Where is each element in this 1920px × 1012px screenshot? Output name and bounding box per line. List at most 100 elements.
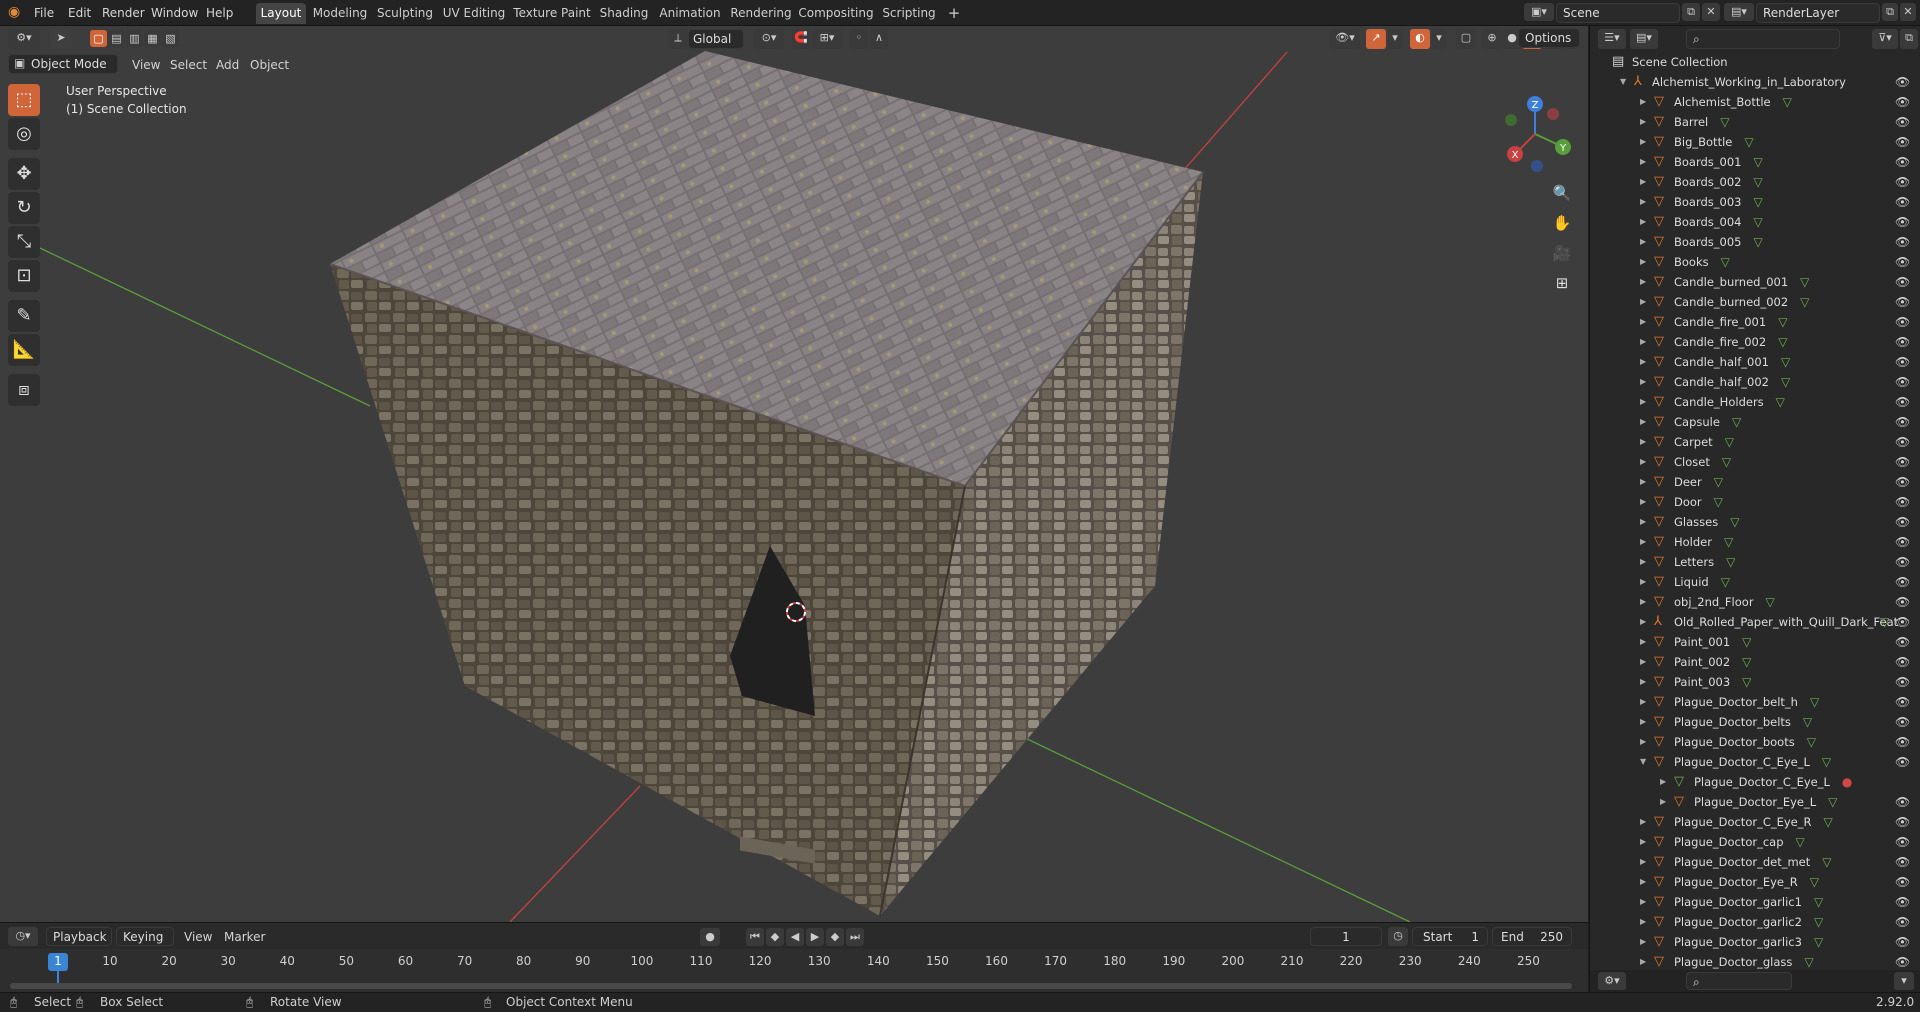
outliner-item[interactable]: ▶ ▽ Plague_Doctor_belt_h ▽ 👁 — [1590, 692, 1920, 712]
visibility-eye-icon[interactable]: 👁 — [1895, 512, 1910, 532]
move-tool-icon[interactable]: ✥ — [8, 158, 40, 190]
expand-triangle-icon[interactable]: ▶ — [1640, 912, 1646, 932]
mesh-data-icon[interactable]: ▽ — [1807, 732, 1816, 752]
visibility-eye-icon[interactable]: 👁 — [1895, 372, 1910, 392]
timeline-menu-marker[interactable]: Marker — [224, 928, 265, 946]
outliner-item[interactable]: ▶ ▽ Boards_002 ▽ 👁 — [1590, 172, 1920, 192]
viewport-menu-select[interactable]: Select — [170, 56, 207, 74]
expand-triangle-icon[interactable]: ▶ — [1640, 512, 1646, 532]
outliner-item[interactable]: ▶ ▽ Plague_Doctor_C_Eye_L ● — [1590, 772, 1920, 792]
outliner-item[interactable]: ▶ ▽ obj_2nd_Floor ▽ 👁 — [1590, 592, 1920, 612]
outliner-item[interactable]: ▶ ▽ Plague_Doctor_garlic2 ▽ 👁 — [1590, 912, 1920, 932]
mesh-data-icon[interactable]: ▽ — [1742, 652, 1751, 672]
mesh-data-icon[interactable]: ▽ — [1828, 792, 1837, 812]
expand-triangle-icon[interactable]: ▶ — [1640, 572, 1646, 592]
visibility-eye-icon[interactable]: 👁 — [1895, 552, 1910, 572]
outliner-item[interactable]: ▶ ▽ Plague_Doctor_garlic3 ▽ 👁 — [1590, 932, 1920, 952]
outliner-item[interactable]: ▶ ▽ Barrel ▽ 👁 — [1590, 112, 1920, 132]
mesh-data-icon[interactable]: ▽ — [1754, 152, 1763, 172]
visibility-eye-icon[interactable]: 👁 — [1895, 272, 1910, 292]
expand-triangle-icon[interactable]: ▼ — [1640, 752, 1646, 772]
visibility-eye-icon[interactable]: 👁 — [1895, 652, 1910, 672]
expand-triangle-icon[interactable]: ▶ — [1640, 592, 1646, 612]
visibility-eye-icon[interactable]: 👁 — [1895, 452, 1910, 472]
visibility-eye-icon[interactable]: 👁 — [1895, 892, 1910, 912]
renderlayer-close-icon[interactable]: ✕ — [1900, 3, 1916, 21]
visibility-eye-icon[interactable]: 👁 — [1895, 352, 1910, 372]
transform-tool-icon[interactable]: ⊡ — [8, 260, 40, 292]
mesh-data-icon[interactable]: ▽ — [1725, 432, 1734, 452]
mesh-data-icon[interactable]: ▽ — [1810, 692, 1819, 712]
outliner-display-mode-icon[interactable]: ▤▾ — [1630, 29, 1658, 49]
tab-scripting[interactable]: Scripting — [878, 3, 940, 24]
select-box-tool-icon[interactable]: ⬚ — [8, 84, 40, 116]
mesh-data-icon[interactable]: ▽ — [1742, 632, 1751, 652]
visibility-eye-icon[interactable]: 👁 — [1895, 912, 1910, 932]
mesh-data-icon[interactable]: ▽ — [1804, 952, 1813, 972]
visibility-eye-icon[interactable]: 👁 — [1895, 212, 1910, 232]
tab-animation[interactable]: Animation — [656, 3, 724, 24]
viewport-menu-view[interactable]: View — [132, 56, 160, 74]
record-keyframe-icon[interactable]: ● — [700, 928, 720, 946]
outliner-item[interactable]: ▶ ▽ Plague_Doctor_belts ▽ 👁 — [1590, 712, 1920, 732]
outliner-item[interactable]: ▶ ▽ Boards_004 ▽ 👁 — [1590, 212, 1920, 232]
scale-tool-icon[interactable]: ⤡ — [8, 226, 40, 258]
outliner-item[interactable]: ▶ ▽ Plague_Doctor_Eye_L ▽ 👁 — [1590, 792, 1920, 812]
mesh-data-icon[interactable]: ▽ — [1754, 212, 1763, 232]
expand-triangle-icon[interactable]: ▶ — [1640, 452, 1646, 472]
visibility-eye-icon[interactable]: 👁 — [1895, 72, 1910, 92]
outliner-item[interactable]: ▶ ▽ Closet ▽ 👁 — [1590, 452, 1920, 472]
visibility-eye-icon[interactable]: 👁 — [1895, 332, 1910, 352]
expand-triangle-icon[interactable]: ▶ — [1640, 552, 1646, 572]
outliner-collection-row[interactable]: ▼ ⅄ Alchemist_Working_in_Laboratory 👁 — [1590, 72, 1920, 92]
expand-triangle-icon[interactable]: ▶ — [1640, 132, 1646, 152]
collapse-triangle-icon[interactable]: ▼ — [1620, 72, 1626, 92]
expand-triangle-icon[interactable]: ▶ — [1640, 92, 1646, 112]
visibility-eye-icon[interactable]: 👁 — [1895, 132, 1910, 152]
visibility-filter-icon[interactable]: 👁▾ — [1330, 29, 1360, 49]
current-frame-field[interactable]: 1 — [1310, 927, 1382, 946]
expand-triangle-icon[interactable]: ▶ — [1640, 312, 1646, 332]
tab-shading[interactable]: Shading — [596, 3, 652, 24]
expand-triangle-icon[interactable]: ▶ — [1640, 172, 1646, 192]
outliner-item[interactable]: ▶ ▽ Plague_Doctor_Eye_R ▽ 👁 — [1590, 872, 1920, 892]
expand-triangle-icon[interactable]: ▶ — [1640, 832, 1646, 852]
measure-tool-icon[interactable]: 📐 — [8, 334, 40, 366]
mesh-data-icon[interactable]: ▽ — [1754, 192, 1763, 212]
scene-close-icon[interactable]: ✕ — [1702, 3, 1720, 21]
visibility-eye-icon[interactable]: 👁 — [1895, 712, 1910, 732]
mesh-data-icon[interactable]: ▽ — [1822, 852, 1831, 872]
outliner-item[interactable]: ▶ ▽ Books ▽ 👁 — [1590, 252, 1920, 272]
mesh-data-icon[interactable]: ▽ — [1721, 252, 1730, 272]
timeline-scrollbar[interactable] — [10, 983, 1572, 989]
expand-triangle-icon[interactable]: ▶ — [1640, 952, 1646, 972]
visibility-eye-icon[interactable]: 👁 — [1895, 292, 1910, 312]
menu-edit[interactable]: Edit — [68, 4, 91, 22]
outliner-item[interactable]: ▶ ▽ Candle_burned_001 ▽ 👁 — [1590, 272, 1920, 292]
visibility-eye-icon[interactable]: 👁 — [1895, 692, 1910, 712]
rotate-tool-icon[interactable]: ↻ — [8, 192, 40, 224]
end-frame-field[interactable]: End 250 — [1492, 927, 1572, 946]
scene-new-icon[interactable]: ⧉ — [1682, 3, 1700, 21]
tab-compositing[interactable]: Compositing — [798, 3, 874, 24]
visibility-eye-icon[interactable]: 👁 — [1895, 592, 1910, 612]
expand-triangle-icon[interactable]: ▶ — [1640, 932, 1646, 952]
visibility-eye-icon[interactable]: 👁 — [1895, 792, 1910, 812]
outliner-item[interactable]: ▶ ▽ Candle_half_001 ▽ 👁 — [1590, 352, 1920, 372]
visibility-eye-icon[interactable]: 👁 — [1895, 752, 1910, 772]
expand-triangle-icon[interactable]: ▶ — [1640, 232, 1646, 252]
mesh-data-icon[interactable]: ▽ — [1810, 872, 1819, 892]
mesh-data-icon[interactable]: ▽ — [1742, 672, 1751, 692]
mesh-data-icon[interactable]: ▽ — [1766, 592, 1775, 612]
outliner-editor-type-icon[interactable]: ☰▾ — [1598, 29, 1626, 49]
outliner-search-input[interactable]: ⌕ — [1686, 29, 1840, 49]
play-reverse-icon[interactable]: ◀ — [786, 928, 804, 946]
expand-triangle-icon[interactable]: ▶ — [1640, 532, 1646, 552]
outliner-filter-icon[interactable]: ⊽▾ — [1872, 29, 1898, 49]
mesh-data-icon[interactable]: ▽ — [1880, 612, 1889, 632]
visibility-eye-icon[interactable]: 👁 — [1895, 732, 1910, 752]
outliner-item[interactable]: ▶ ▽ Glasses ▽ 👁 — [1590, 512, 1920, 532]
select-mode-subtract-icon[interactable]: ▥ — [126, 30, 143, 47]
expand-triangle-icon[interactable]: ▶ — [1640, 812, 1646, 832]
expand-triangle-icon[interactable]: ▶ — [1640, 152, 1646, 172]
